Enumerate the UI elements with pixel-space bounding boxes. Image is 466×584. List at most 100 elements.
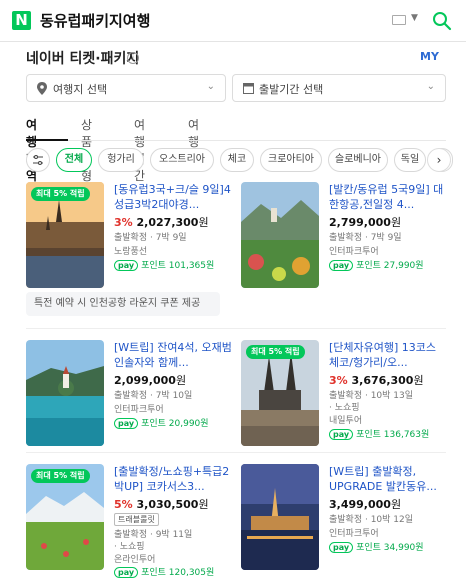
travel-agency: 인터파크투어 — [114, 405, 164, 415]
product-title[interactable]: [출발확정/노쇼핑+특급2박UP] 코카서스3... — [114, 464, 232, 494]
npay-point: pay 포인트 20,990원 — [114, 416, 209, 429]
chip-croatia[interactable]: 크로아티아 — [260, 148, 322, 172]
price-value: 2,099,000 — [114, 374, 176, 387]
npay-point: pay 포인트 27,990원 — [329, 258, 424, 271]
product-tag: 트래블룰릿 — [114, 513, 159, 526]
product-thumbnail[interactable]: 최대 5% 적립 — [26, 182, 104, 288]
top-search-bar: N 동유럽패키지여행 ▼ — [0, 0, 466, 42]
naver-logo[interactable]: N — [12, 11, 31, 30]
product-meta: 출발확정 · 7박 9일 — [329, 233, 402, 243]
price-value: 3,676,300 — [351, 374, 414, 387]
row-divider — [26, 328, 446, 329]
chip-austria[interactable]: 오스트리아 — [150, 148, 214, 172]
promo-notice: 특전 예약 시 인천공항 라운지 쿠폰 제공 — [26, 292, 220, 316]
product-title[interactable]: [단체자유여행] 13코스 체코/헝가리/오... — [329, 340, 447, 370]
npay-pill: pay — [114, 567, 139, 578]
discount-rate: 3% — [114, 216, 133, 229]
price-value: 2,027,300 — [136, 216, 199, 229]
product-title[interactable]: [W트립] 잔여4석, 오재범인솔자와 함께... — [114, 340, 232, 370]
point-text: 포인트 101,365원 — [141, 261, 215, 271]
travel-agency: 인터파크투어 — [329, 247, 379, 257]
product-thumbnail[interactable] — [26, 340, 104, 446]
active-tab-indicator — [26, 139, 68, 141]
price-value: 3,030,500 — [136, 498, 199, 511]
tab-divider — [26, 140, 446, 141]
product-title[interactable]: [W트립] 출발확정, UPGRADE 발칸동유... — [329, 464, 447, 494]
point-text: 포인트 136,763원 — [356, 430, 430, 440]
npay-label: pay — [118, 261, 135, 270]
search-query[interactable]: 동유럽패키지여행 — [40, 10, 150, 31]
location-pin-icon — [37, 82, 47, 95]
travel-agency: 내일투어 — [329, 416, 363, 426]
keyboard-icon[interactable] — [392, 15, 406, 25]
npay-point: pay 포인트 101,365원 — [114, 258, 214, 271]
npay-pill: pay — [114, 260, 139, 271]
price-unit: 원 — [198, 216, 209, 229]
chevron-down-icon: ⌄ — [426, 81, 435, 92]
product-price: 2,099,000원 — [114, 372, 186, 388]
npay-point: pay 포인트 34,990원 — [329, 540, 424, 553]
row-divider — [26, 452, 446, 453]
product-title[interactable]: [발칸/동유럽 5국9일] 대한항공,전일정 4... — [329, 182, 447, 212]
product-card[interactable]: 최대 5% 적립 [단체자유여행] 13코스 체코/헝가리/오... 3% 3,… — [241, 340, 451, 460]
product-card[interactable]: [발칸/동유럽 5국9일] 대한항공,전일정 4... 2,799,000원 출… — [241, 182, 451, 302]
chevron-right-icon[interactable]: › — [427, 148, 451, 172]
product-thumbnail[interactable] — [241, 464, 319, 570]
region-chips: 전체 헝가리 오스트리아 체코 크로아티아 슬로베니아 독일 보스 › — [26, 148, 453, 174]
destination-select-label: 여행지 선택 — [53, 83, 108, 96]
npay-label: pay — [333, 543, 350, 552]
product-card[interactable]: 최대 5% 적립 [동유럽3국+크/슬 9일]4성급3박2대야경... 3% 2… — [26, 182, 236, 302]
point-text: 포인트 20,990원 — [141, 419, 209, 429]
product-price: 3% 3,676,300원 — [329, 372, 424, 388]
chevron-down-icon: ⌄ — [206, 81, 215, 92]
point-text: 포인트 27,990원 — [356, 261, 424, 271]
info-icon[interactable]: i — [127, 52, 139, 64]
price-unit: 원 — [175, 374, 187, 387]
chip-czech[interactable]: 체코 — [220, 148, 254, 172]
npay-label: pay — [118, 568, 135, 577]
date-select[interactable]: 출발기간 선택 ⌄ — [232, 74, 446, 102]
product-meta-extra: · 노쇼핑 — [114, 542, 145, 552]
product-meta: 출발확정 · 7박 10일 — [114, 391, 193, 401]
product-thumbnail[interactable]: 최대 5% 적립 — [26, 464, 104, 570]
filter-settings-button[interactable] — [26, 148, 50, 172]
product-thumbnail[interactable] — [241, 182, 319, 288]
price-unit: 원 — [390, 498, 402, 511]
product-title[interactable]: [동유럽3국+크/슬 9일]4성급3박2대야경... — [114, 182, 232, 212]
ticket-package-widget: 네이버 티켓·패키지 i MY 여행지 선택 ⌄ 출발기간 선택 ⌄ 여행지역 … — [13, 42, 453, 578]
price-unit: 원 — [390, 216, 402, 229]
date-select-label: 출발기간 선택 — [259, 83, 324, 96]
product-card[interactable]: [W트립] 잔여4석, 오재범인솔자와 함께... 2,099,000원 출발확… — [26, 340, 236, 460]
product-meta-extra: · 노쇼핑 — [329, 403, 360, 413]
chip-slovenia[interactable]: 슬로베니아 — [328, 148, 388, 172]
point-text: 포인트 120,305원 — [141, 568, 215, 578]
npay-pill: pay — [114, 418, 139, 429]
widget-title: 네이버 티켓·패키지 — [26, 51, 140, 67]
search-icon[interactable] — [432, 11, 452, 31]
npay-label: pay — [333, 261, 350, 270]
reward-badge: 최대 5% 적립 — [246, 345, 305, 359]
product-thumbnail[interactable]: 최대 5% 적립 — [241, 340, 319, 446]
filter-icon — [33, 155, 43, 165]
product-price: 3% 2,027,300원 — [114, 214, 209, 230]
point-text: 포인트 34,990원 — [356, 543, 424, 553]
calendar-icon — [243, 83, 254, 94]
product-meta: 출발확정 · 10박 12일 — [329, 515, 414, 525]
chevron-down-icon[interactable]: ▼ — [411, 13, 418, 23]
price-unit: 원 — [198, 498, 209, 511]
discount-rate: 5% — [114, 498, 133, 511]
chip-hungary[interactable]: 헝가리 — [98, 148, 144, 172]
product-card[interactable]: 최대 5% 적립 [출발확정/노쇼핑+특급2박UP] 코카서스3... 5% 3… — [26, 464, 236, 584]
product-price: 5% 3,030,500원 — [114, 496, 209, 512]
my-link[interactable]: MY — [420, 50, 439, 63]
travel-agency: 온라인투어 — [114, 555, 156, 565]
chip-all[interactable]: 전체 — [56, 148, 92, 172]
reward-badge: 최대 5% 적립 — [31, 469, 90, 483]
travel-agency: 노랑풍선 — [114, 247, 148, 257]
destination-select[interactable]: 여행지 선택 ⌄ — [26, 74, 226, 102]
chip-germany[interactable]: 독일 — [394, 148, 426, 172]
npay-pill: pay — [329, 542, 354, 553]
product-card[interactable]: [W트립] 출발확정, UPGRADE 발칸동유... 3,499,000원 출… — [241, 464, 451, 584]
npay-label: pay — [118, 419, 135, 428]
reward-badge: 최대 5% 적립 — [31, 187, 90, 201]
